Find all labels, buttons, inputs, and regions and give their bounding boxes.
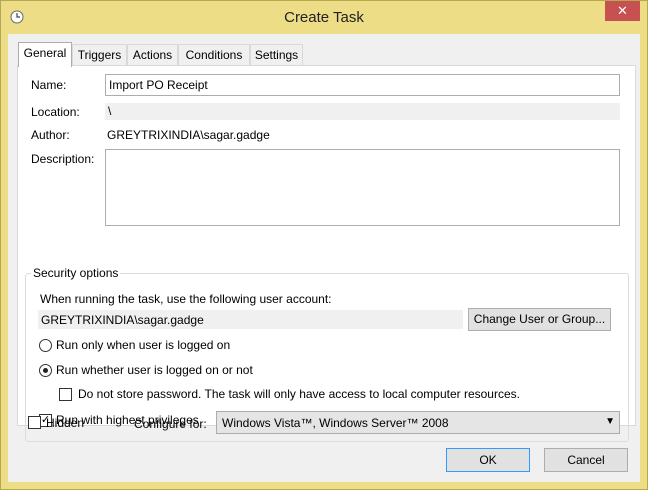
change-user-or-group-button[interactable]: Change User or Group... [468,308,611,331]
account-prompt: When running the task, use the following… [40,292,332,306]
author-value: GREYTRIXINDIA\sagar.gadge [107,128,270,142]
configure-for-label: Configure for: [134,417,207,431]
close-icon: ✕ [617,3,628,18]
run-whether-logged-on-label[interactable]: Run whether user is logged on or not [56,363,253,377]
author-label: Author: [31,128,70,142]
hidden-label[interactable]: Hidden [46,416,84,430]
chevron-down-icon: ▼ [605,416,615,427]
cancel-button-label: Cancel [567,453,605,467]
tab-settings[interactable]: Settings [250,44,303,66]
do-not-store-password-checkbox[interactable] [59,388,72,401]
name-label: Name: [31,78,67,92]
location-value: \ [105,103,620,120]
do-not-store-password-label[interactable]: Do not store password. The task will onl… [78,387,520,401]
tab-triggers[interactable]: Triggers [72,44,127,66]
tab-conditions[interactable]: Conditions [178,44,250,66]
configure-for-value: Windows Vista™, Windows Server™ 2008 [222,416,449,430]
user-account-value: GREYTRIXINDIA\sagar.gadge [38,310,463,329]
close-button[interactable]: ✕ [605,1,640,21]
description-textarea[interactable] [105,149,620,226]
run-whether-logged-on-radio[interactable] [39,364,52,377]
general-tab-panel: Name: Import PO Receipt Location: \ Auth… [17,65,636,442]
run-only-logged-on-radio[interactable] [39,339,52,352]
radio-selected-dot [43,368,48,373]
configure-for-dropdown[interactable]: Windows Vista™, Windows Server™ 2008 ▼ [216,411,620,434]
description-label: Description: [31,152,95,166]
run-only-logged-on-label[interactable]: Run only when user is logged on [56,338,230,352]
security-options-title: Security options [31,266,121,280]
cancel-button[interactable]: Cancel [544,448,628,472]
dialog-body: General Triggers Actions Conditions Sett… [8,34,640,482]
title-bar[interactable]: Create Task ✕ [1,1,647,34]
tab-general[interactable]: General [18,42,72,67]
location-label: Location: [31,105,80,119]
create-task-window: Create Task ✕ General Triggers Actions C… [0,0,648,490]
change-user-button-label: Change User or Group... [473,312,606,326]
window-title: Create Task [284,9,364,26]
hidden-checkbox[interactable] [28,416,41,429]
tab-actions[interactable]: Actions [127,44,178,66]
ok-button-label: OK [479,453,497,467]
ok-button[interactable]: OK [446,448,530,472]
name-input[interactable]: Import PO Receipt [105,74,620,96]
